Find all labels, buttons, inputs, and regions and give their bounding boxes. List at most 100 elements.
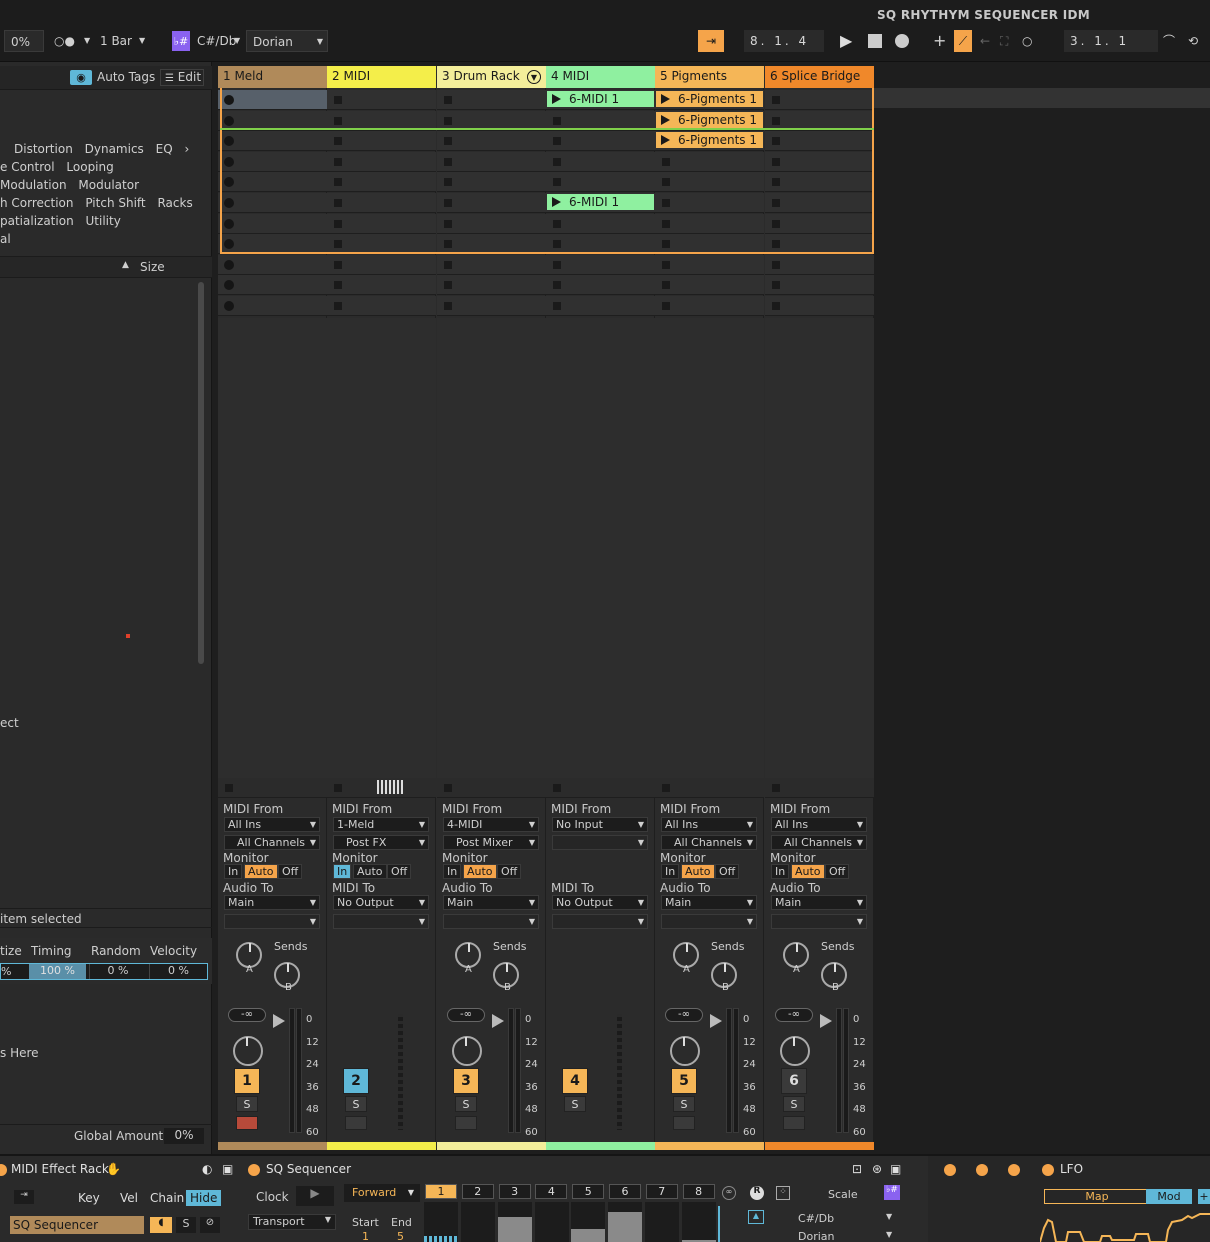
tag-utility[interactable]: Utility xyxy=(82,213,125,229)
step-bar-4[interactable] xyxy=(534,1202,569,1242)
solo-button[interactable]: S xyxy=(783,1096,805,1112)
arm-icon[interactable] xyxy=(455,1116,477,1130)
track-activator[interactable]: 1 xyxy=(234,1068,260,1094)
clip-slot[interactable] xyxy=(218,296,327,316)
volume-display[interactable]: -∞ xyxy=(447,1008,485,1022)
follow-dropdown-icon[interactable]: ▼ xyxy=(84,30,90,52)
edit-button[interactable]: ☰ Edit xyxy=(160,69,204,86)
arm-icon[interactable] xyxy=(783,1116,805,1130)
rack-save-icon[interactable]: ▣ xyxy=(222,1162,233,1176)
tag-control[interactable]: e Control xyxy=(0,159,59,175)
step-bar-6[interactable] xyxy=(608,1202,643,1242)
monitor-off[interactable]: Off xyxy=(497,864,522,879)
step-button[interactable]: 5 xyxy=(572,1184,605,1199)
clip-slot[interactable] xyxy=(655,275,764,296)
output-channel-select[interactable] xyxy=(333,914,429,929)
monitor-auto[interactable]: Auto xyxy=(463,864,497,879)
tag-correction[interactable]: h Correction xyxy=(0,195,78,211)
record-icon[interactable] xyxy=(895,34,909,48)
monitor-in[interactable]: In xyxy=(443,864,462,879)
scale-up-icon[interactable]: ▲ xyxy=(748,1210,764,1224)
lfo-map-button[interactable]: Map xyxy=(1044,1189,1150,1204)
tag-spatialization[interactable]: patialization xyxy=(0,213,78,229)
random-button[interactable]: R xyxy=(750,1186,764,1200)
clock-play-icon[interactable]: ▶ xyxy=(296,1186,334,1206)
fader-handle-icon[interactable] xyxy=(492,1014,504,1028)
stop-clips-icon[interactable] xyxy=(772,784,780,792)
step-bar-2[interactable] xyxy=(461,1202,495,1242)
step-button[interactable]: 6 xyxy=(609,1184,641,1199)
stop-slot-icon[interactable] xyxy=(553,281,561,290)
lfo-add-icon[interactable]: + xyxy=(1198,1189,1210,1204)
track-title[interactable]: 1 Meld xyxy=(218,66,327,88)
follow-arrow-icon[interactable]: ⇥ xyxy=(698,30,724,52)
chain-mute-icon[interactable]: ⊘ xyxy=(200,1217,220,1233)
fold-chevron-icon[interactable]: ▼ xyxy=(527,70,541,84)
rack-play-icon[interactable]: ⇥ xyxy=(14,1190,34,1204)
key-button[interactable]: Key xyxy=(74,1190,104,1206)
loop-position[interactable]: 3. 1. 1 xyxy=(1064,30,1158,52)
step-button[interactable]: 8 xyxy=(682,1184,715,1199)
clip-slot[interactable] xyxy=(327,254,436,275)
pan-knob[interactable] xyxy=(670,1036,700,1066)
size-column-header[interactable]: ▲ Size xyxy=(0,256,212,278)
monitor-auto[interactable]: Auto xyxy=(353,864,387,879)
monitor-off[interactable]: Off xyxy=(715,864,740,879)
step-button[interactable]: 3 xyxy=(498,1184,531,1199)
seq-options-icon[interactable]: ⊡ xyxy=(852,1162,862,1176)
fader-handle-icon[interactable] xyxy=(273,1014,285,1028)
volume-display[interactable]: -∞ xyxy=(775,1008,813,1022)
monitor-off[interactable]: Off xyxy=(278,864,303,879)
step-button[interactable]: 4 xyxy=(535,1184,568,1199)
track-drop-area[interactable] xyxy=(218,318,327,780)
monitor-auto[interactable]: Auto xyxy=(791,864,825,879)
channel-select[interactable]: Post FX xyxy=(333,835,429,850)
channel-select[interactable]: Post Mixer xyxy=(443,835,539,850)
stop-slot-icon[interactable] xyxy=(772,260,780,269)
chain-item[interactable]: SQ Sequencer xyxy=(10,1216,144,1234)
monitor-auto[interactable]: Auto xyxy=(244,864,278,879)
sequencer-power-icon[interactable] xyxy=(248,1164,260,1176)
keyboard-icon[interactable] xyxy=(377,780,403,794)
tag-pitch-shift[interactable]: Pitch Shift xyxy=(81,195,149,211)
punch-icon[interactable]: ⌒ xyxy=(1163,30,1175,52)
stop-clips-icon[interactable] xyxy=(334,784,342,792)
browser-scrollbar[interactable] xyxy=(198,282,204,664)
device-scale-mode[interactable]: Dorian xyxy=(798,1230,835,1242)
midi-from-select[interactable]: 1-Meld xyxy=(333,817,429,832)
stop-clips-icon[interactable] xyxy=(444,784,452,792)
chevron-right-icon[interactable]: › xyxy=(181,141,194,157)
groove-timing-value[interactable]: 100 % xyxy=(29,964,86,979)
arm-icon[interactable] xyxy=(345,1116,367,1130)
midi-from-select[interactable]: All Ins xyxy=(771,817,867,832)
tag-eq[interactable]: EQ xyxy=(152,141,177,157)
stop-slot-icon[interactable] xyxy=(444,302,452,310)
groove-row[interactable]: % 100 % 0 % 0 % xyxy=(0,963,208,980)
stop-slot-icon[interactable] xyxy=(553,302,561,310)
step-bar-5[interactable] xyxy=(571,1202,606,1242)
track-activator[interactable]: 3 xyxy=(453,1068,479,1094)
monitor-auto[interactable]: Auto xyxy=(681,864,715,879)
step-button[interactable]: 1 xyxy=(425,1184,457,1199)
tag-racks[interactable]: Racks xyxy=(153,195,196,211)
output-select[interactable]: Main xyxy=(771,895,867,910)
scale-icon[interactable]: ♭# xyxy=(172,31,190,51)
scale-mode-select[interactable]: Dorian ▼ xyxy=(246,30,328,52)
output-channel-select[interactable] xyxy=(224,914,320,929)
device-scale-key[interactable]: C#/Db xyxy=(798,1212,834,1225)
output-channel-select[interactable] xyxy=(661,914,757,929)
clip-slot[interactable] xyxy=(218,275,327,296)
device-power-3-icon[interactable] xyxy=(976,1164,988,1176)
chain-speaker-icon[interactable]: ◖ xyxy=(150,1217,172,1233)
output-channel-select[interactable] xyxy=(552,914,648,929)
solo-button[interactable]: S xyxy=(455,1096,477,1112)
stop-slot-icon[interactable] xyxy=(334,302,342,310)
output-select[interactable]: No Output xyxy=(333,895,429,910)
clip-slot[interactable] xyxy=(765,254,874,275)
clip-slot[interactable] xyxy=(437,296,546,316)
output-select[interactable]: Main xyxy=(443,895,539,910)
midi-from-select[interactable]: All Ins xyxy=(661,817,757,832)
loop-circle-icon[interactable]: ○ xyxy=(1022,30,1032,52)
stop-slot-icon[interactable] xyxy=(334,260,342,269)
device-power-2-icon[interactable] xyxy=(944,1164,956,1176)
